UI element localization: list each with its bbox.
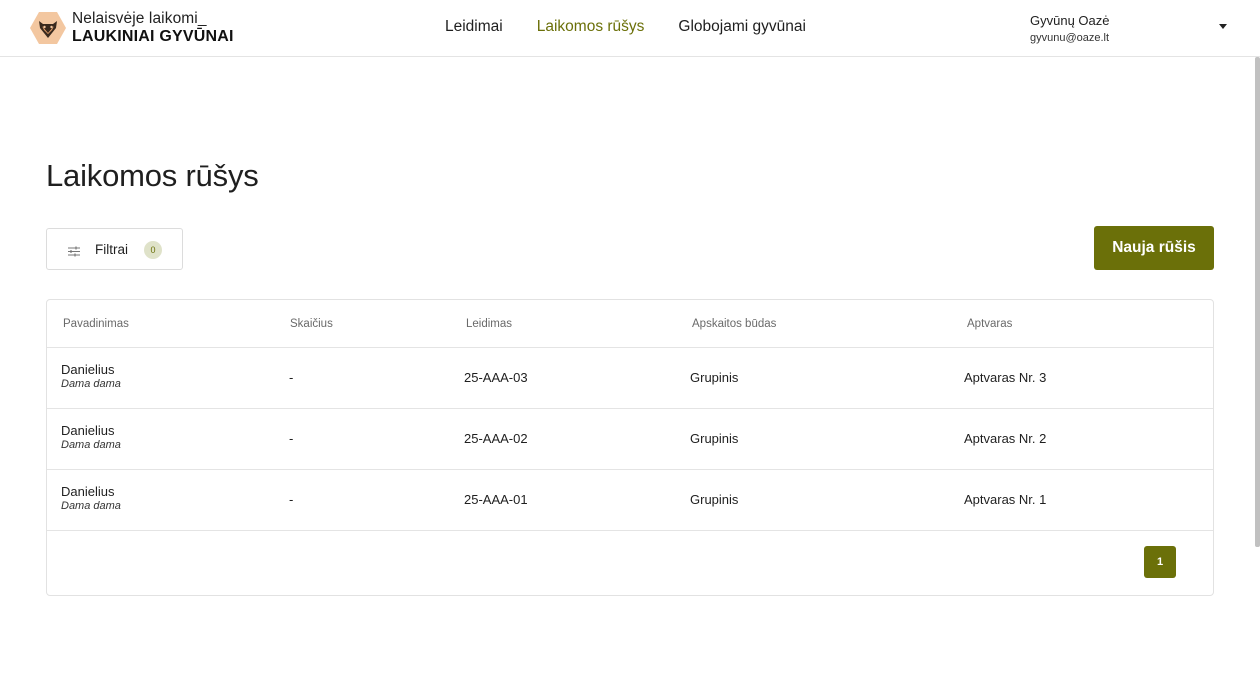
count-cell: - xyxy=(289,370,294,385)
logo-subtitle: Nelaisvėje laikomi_ xyxy=(72,10,207,28)
species-latin-name: Dama dama xyxy=(61,377,121,390)
method-cell: Grupinis xyxy=(690,370,739,385)
species-latin-name: Dama dama xyxy=(61,499,121,512)
app-logo[interactable]: Nelaisvėje laikomi_ LAUKINIAI GYVŪNAI xyxy=(30,11,234,45)
column-header-method: Apskaitos būdas xyxy=(692,318,777,330)
user-menu[interactable]: Gyvūnų Oazė gyvunu@oaze.lt xyxy=(1030,13,1110,45)
sliders-icon xyxy=(68,244,80,257)
species-name-cell: Danielius Dama dama xyxy=(61,484,121,513)
permit-cell: 25-AAA-03 xyxy=(464,370,528,385)
page-title: Laikomos rūšys xyxy=(46,158,259,193)
column-header-name: Pavadinimas xyxy=(63,318,129,330)
column-header-count: Skaičius xyxy=(290,318,333,330)
species-name: Danielius xyxy=(61,484,115,499)
count-cell: - xyxy=(289,431,294,446)
species-name: Danielius xyxy=(61,362,115,377)
top-header: Nelaisvėje laikomi_ LAUKINIAI GYVŪNAI Le… xyxy=(0,0,1260,57)
main-nav: Leidimai Laikomos rūšys Globojami gyvūna… xyxy=(445,18,840,36)
enclosure-cell: Aptvaras Nr. 1 xyxy=(964,492,1047,507)
nav-item-laikomos-rusys[interactable]: Laikomos rūšys xyxy=(537,18,645,36)
pagination-page-button[interactable]: 1 xyxy=(1144,546,1176,578)
species-latin-name: Dama dama xyxy=(61,438,121,451)
column-header-permit: Leidimas xyxy=(466,318,513,330)
nav-item-globojami-gyvunai[interactable]: Globojami gyvūnai xyxy=(678,18,806,36)
filter-label: Filtrai xyxy=(95,242,128,257)
nav-item-leidimai[interactable]: Leidimai xyxy=(445,18,503,36)
count-cell: - xyxy=(289,492,294,507)
table-row[interactable]: Danielius Dama dama - 25-AAA-02 Grupinis… xyxy=(47,409,1213,470)
filter-count-badge: 0 xyxy=(144,241,162,259)
species-name-cell: Danielius Dama dama xyxy=(61,423,121,452)
new-species-button[interactable]: Nauja rūšis xyxy=(1094,226,1214,270)
species-name-cell: Danielius Dama dama xyxy=(61,362,121,391)
enclosure-cell: Aptvaras Nr. 2 xyxy=(964,431,1047,446)
logo-title: LAUKINIAI GYVŪNAI xyxy=(72,27,234,45)
filter-button[interactable]: Filtrai 0 xyxy=(46,228,183,270)
caret-down-icon[interactable] xyxy=(1219,24,1227,29)
user-email: gyvunu@oaze.lt xyxy=(1030,31,1110,44)
enclosure-cell: Aptvaras Nr. 3 xyxy=(964,370,1047,385)
fox-head-icon xyxy=(30,11,66,45)
logo-text: Nelaisvėje laikomi_ LAUKINIAI GYVŪNAI xyxy=(72,11,234,45)
table-header: Pavadinimas Skaičius Leidimas Apskaitos … xyxy=(47,300,1213,348)
table-row[interactable]: Danielius Dama dama - 25-AAA-01 Grupinis… xyxy=(47,470,1213,531)
column-header-enclosure: Aptvaras xyxy=(967,318,1013,330)
permit-cell: 25-AAA-02 xyxy=(464,431,528,446)
method-cell: Grupinis xyxy=(690,431,739,446)
page-scrollbar[interactable] xyxy=(1255,57,1260,547)
permit-cell: 25-AAA-01 xyxy=(464,492,528,507)
method-cell: Grupinis xyxy=(690,492,739,507)
user-name: Gyvūnų Oazė xyxy=(1030,13,1110,28)
species-table: Pavadinimas Skaičius Leidimas Apskaitos … xyxy=(46,299,1214,596)
species-name: Danielius xyxy=(61,423,115,438)
table-row[interactable]: Danielius Dama dama - 25-AAA-03 Grupinis… xyxy=(47,348,1213,409)
